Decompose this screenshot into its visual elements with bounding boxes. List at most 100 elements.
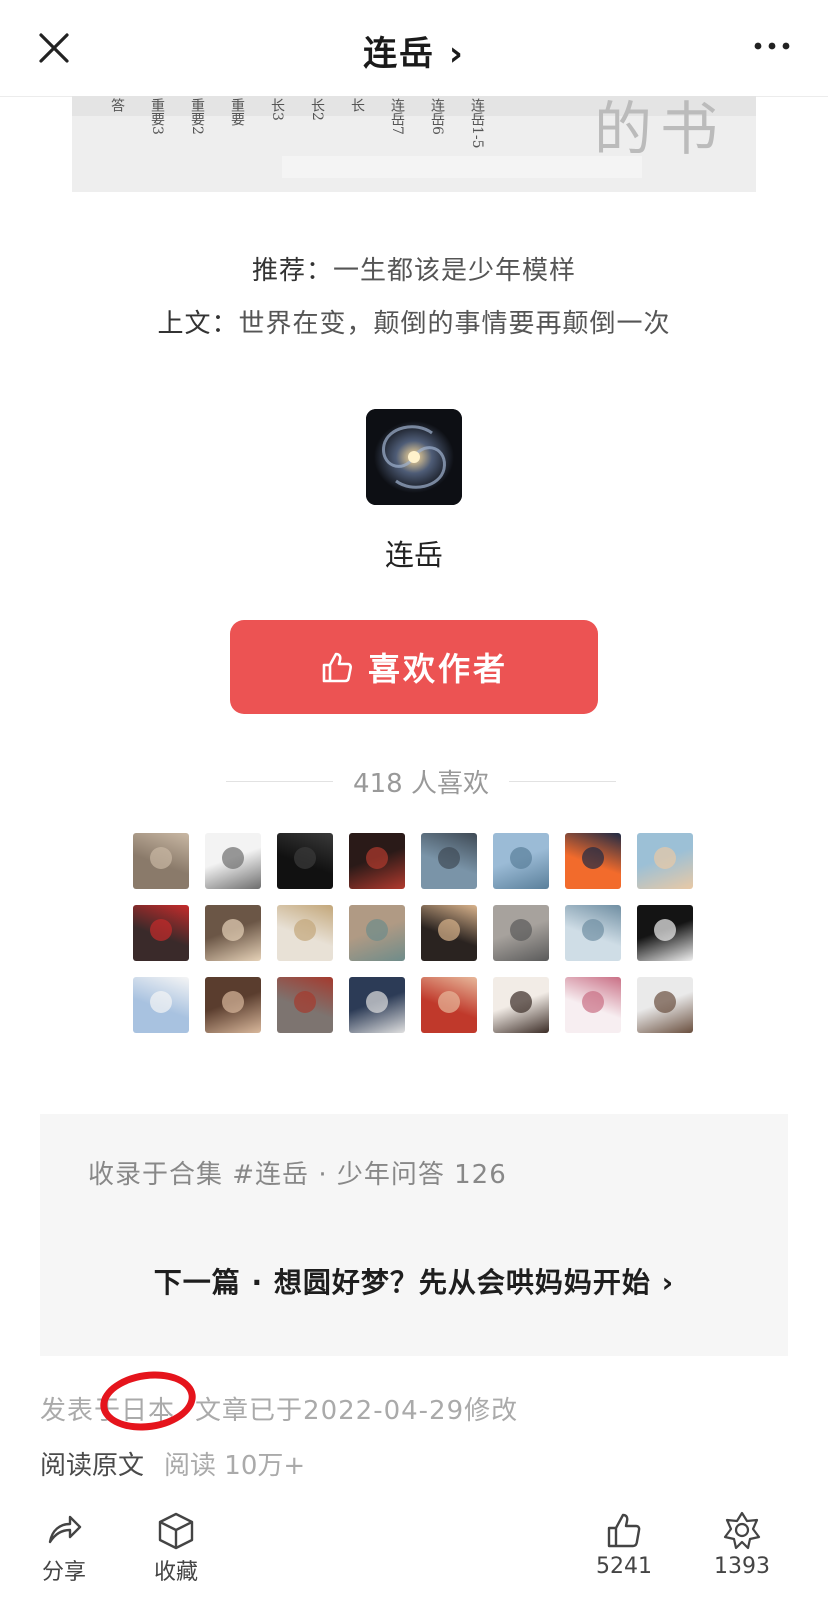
wow-star-icon	[723, 1511, 761, 1550]
liker-avatar[interactable]	[637, 905, 693, 961]
avatar-figure	[438, 991, 460, 1013]
image-column-label: 重要3	[149, 98, 165, 135]
liker-avatar[interactable]	[349, 977, 405, 1033]
author-avatar[interactable]	[366, 409, 462, 505]
recommend-label: 推荐：	[251, 256, 333, 286]
avatar-figure	[294, 919, 316, 941]
avatar-figure	[366, 919, 388, 941]
avatar-figure	[654, 847, 676, 869]
collection-label[interactable]: 收录于合集 #连岳 · 少年问答 126	[88, 1154, 507, 1191]
liker-avatar[interactable]	[565, 833, 621, 889]
like-button[interactable]: 5241	[584, 1510, 664, 1579]
liker-avatar[interactable]	[205, 833, 261, 889]
previous-label: 上文：	[157, 309, 239, 339]
avatar-figure	[510, 991, 532, 1013]
image-column-label: 连岳6	[429, 98, 445, 135]
avatar-figure	[150, 991, 172, 1013]
image-column-label: 连岳7	[389, 98, 405, 135]
thumbs-up-icon	[322, 652, 352, 683]
avatar-figure	[366, 991, 388, 1013]
liker-avatar[interactable]	[133, 905, 189, 961]
avatar-figure	[222, 991, 244, 1013]
avatar-figure	[654, 991, 676, 1013]
cube-icon	[158, 1512, 194, 1550]
avatar-figure	[294, 847, 316, 869]
bottom-action-bar: 分享 收藏 5241 1393	[0, 1510, 828, 1609]
liker-avatar[interactable]	[493, 905, 549, 961]
collect-button[interactable]: 收藏	[136, 1510, 216, 1586]
next-article-link[interactable]: 下一篇 · 想圆好梦？先从会哄妈妈开始 ›	[40, 1261, 788, 1301]
more-icon[interactable]	[752, 36, 792, 56]
author-name: 连岳	[384, 538, 443, 572]
galaxy-image	[366, 409, 462, 505]
liker-avatar[interactable]	[637, 977, 693, 1033]
likes-count-row: 418 人喜欢	[226, 763, 616, 799]
recommend-value: 一生都该是少年模样	[333, 256, 577, 286]
previous-value: 世界在变，颠倒的事情要再颠倒一次	[238, 309, 671, 339]
avatar-figure	[654, 919, 676, 941]
image-column-label: 连岳1-5	[469, 98, 485, 149]
like-author-button[interactable]: 喜欢作者	[230, 620, 598, 714]
avatar-figure	[366, 847, 388, 869]
read-count: 阅读 10万+	[164, 1451, 306, 1481]
article-image: 答 重要3 重要2 重要 长3 长2 长 连岳7 连岳6 连岳1-5 的书	[72, 96, 756, 192]
liker-avatar[interactable]	[421, 905, 477, 961]
liker-avatar[interactable]	[565, 977, 621, 1033]
share-label: 分享	[41, 1560, 86, 1585]
account-title[interactable]: 连岳 ›	[0, 26, 828, 75]
share-icon	[48, 1515, 82, 1544]
likes-count: 418 人喜欢	[353, 768, 489, 799]
image-column-label: 长	[349, 98, 365, 112]
avatar-figure	[222, 847, 244, 869]
liker-avatar[interactable]	[205, 905, 261, 961]
thumbs-up-icon	[607, 1513, 641, 1548]
liker-avatar[interactable]	[349, 833, 405, 889]
liker-avatar[interactable]	[277, 833, 333, 889]
avatar-figure	[294, 991, 316, 1013]
image-column-label: 答	[109, 98, 125, 112]
avatar-figure	[582, 847, 604, 869]
top-nav-bar: 连岳 ›	[0, 0, 828, 97]
avatar-figure	[510, 919, 532, 941]
previous-article-link[interactable]: 上文：世界在变，颠倒的事情要再颠倒一次	[0, 303, 828, 340]
liker-avatar[interactable]	[565, 905, 621, 961]
divider	[508, 780, 616, 782]
image-big-text: 的书	[593, 96, 726, 163]
recommend-link[interactable]: 推荐：一生都该是少年模样	[0, 250, 828, 287]
liker-avatar[interactable]	[277, 977, 333, 1033]
avatar-figure	[582, 991, 604, 1013]
avatar-figure	[222, 919, 244, 941]
liker-avatar[interactable]	[133, 833, 189, 889]
like-count: 5241	[596, 1554, 652, 1579]
image-column-labels: 答 重要3 重要2 重要 长3 长2 长 连岳7 连岳6 连岳1-5	[86, 98, 486, 149]
image-column-label: 重要2	[189, 98, 205, 135]
liker-avatar[interactable]	[421, 977, 477, 1033]
avatar-figure	[438, 919, 460, 941]
wow-count: 1393	[714, 1554, 770, 1579]
image-column-label: 长3	[269, 98, 285, 121]
liker-avatars	[133, 833, 695, 1033]
liker-avatar[interactable]	[637, 833, 693, 889]
liker-avatar[interactable]	[277, 905, 333, 961]
like-author-label: 喜欢作者	[367, 650, 508, 688]
divider	[226, 780, 334, 782]
liker-avatar[interactable]	[133, 977, 189, 1033]
avatar-figure	[150, 919, 172, 941]
wow-button[interactable]: 1393	[702, 1510, 782, 1579]
collection-box: 收录于合集 #连岳 · 少年问答 126 下一篇 · 想圆好梦？先从会哄妈妈开始…	[40, 1114, 788, 1356]
liker-avatar[interactable]	[421, 833, 477, 889]
liker-avatar[interactable]	[493, 833, 549, 889]
liker-avatar[interactable]	[205, 977, 261, 1033]
read-original-link[interactable]: 阅读原文	[40, 1451, 144, 1481]
avatar-figure	[510, 847, 532, 869]
liker-avatar[interactable]	[493, 977, 549, 1033]
liker-avatar[interactable]	[349, 905, 405, 961]
avatar-figure	[582, 919, 604, 941]
share-button[interactable]: 分享	[24, 1510, 104, 1586]
image-column-label: 长2	[309, 98, 325, 121]
avatar-figure	[438, 847, 460, 869]
image-column-label: 重要	[229, 98, 245, 126]
modified-note: 文章已于2022-04-29修改	[195, 1396, 519, 1426]
collect-label: 收藏	[153, 1560, 198, 1585]
read-row: 阅读原文 阅读 10万+	[40, 1445, 305, 1482]
